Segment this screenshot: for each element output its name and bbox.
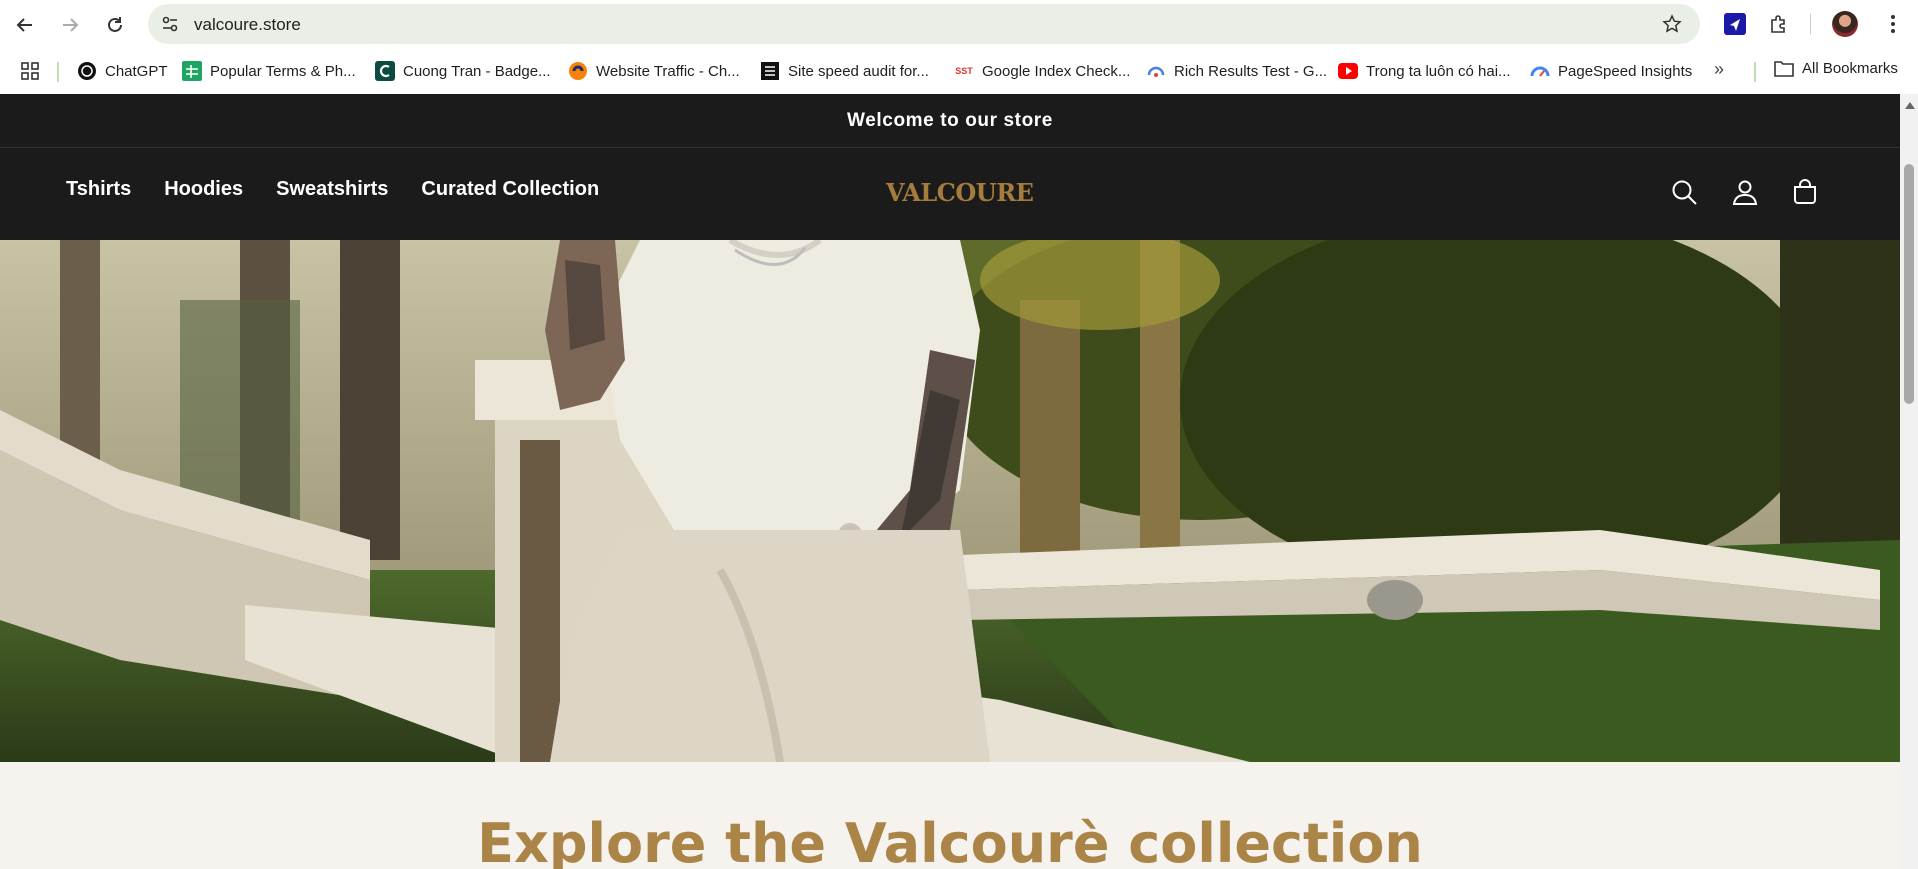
bookmark-label: Trong ta luôn có hai... <box>1366 62 1511 80</box>
menu-item-hoodies[interactable]: Hoodies <box>164 178 243 201</box>
announcement-text: Welcome to our store <box>847 109 1053 131</box>
menu-item-curated-collection[interactable]: Curated Collection <box>421 178 599 201</box>
puzzle-icon <box>1771 15 1785 33</box>
reload-button[interactable] <box>102 12 128 38</box>
bookmark-label: Rich Results Test - G... <box>1174 62 1328 80</box>
browser-menu-button[interactable] <box>1880 11 1906 37</box>
site-header: Tshirts Hoodies Sweatshirts Curated Coll… <box>0 148 1900 240</box>
sheets-icon <box>182 61 202 81</box>
bookmarks-divider <box>1754 62 1756 82</box>
back-button[interactable] <box>12 12 38 38</box>
bookmark-label: Cuong Tran - Badge... <box>403 62 551 80</box>
extension-button[interactable] <box>1722 11 1748 37</box>
bookmarks-bar: ChatGPT Popular Terms & Ph... Cuong Tran… <box>0 48 1918 94</box>
main-menu: Tshirts Hoodies Sweatshirts Curated Coll… <box>66 178 599 201</box>
bookmark-cuong-tran[interactable]: Cuong Tran - Badge... <box>375 59 551 83</box>
apps-grid-icon[interactable] <box>20 61 40 81</box>
scrollbar-thumb[interactable] <box>1904 164 1914 404</box>
cart-button[interactable] <box>1787 174 1823 210</box>
menu-item-sweatshirts[interactable]: Sweatshirts <box>276 178 388 201</box>
document-icon <box>760 61 780 81</box>
bookmark-chatgpt[interactable]: ChatGPT <box>77 59 168 83</box>
account-button[interactable] <box>1727 174 1763 210</box>
page-scrollbar[interactable] <box>1900 94 1918 869</box>
cart-icon <box>1794 179 1816 204</box>
collection-heading: Explore the Valcourè collection <box>477 812 1423 869</box>
all-bookmarks-label: All Bookmarks <box>1802 59 1898 77</box>
kebab-menu-icon <box>1891 15 1895 33</box>
bookmark-label: ChatGPT <box>105 62 168 80</box>
bookmark-star-icon[interactable] <box>1662 14 1682 34</box>
bookmark-label: Google Index Check... <box>982 62 1131 80</box>
bookmark-rich-results-test[interactable]: Rich Results Test - G... <box>1146 59 1327 83</box>
bookmark-website-traffic[interactable]: Website Traffic - Ch... <box>568 59 740 83</box>
more-bookmarks-chevron-icon[interactable]: » <box>1714 59 1724 80</box>
store-logo[interactable]: VALCOURE <box>886 178 1034 207</box>
page-viewport: Welcome to our store Tshirts Hoodies Swe… <box>0 94 1900 869</box>
bookmark-label: Site speed audit for... <box>788 62 929 80</box>
rich-results-icon <box>1146 61 1166 81</box>
bookmark-site-speed-audit[interactable]: Site speed audit for... <box>760 59 929 83</box>
folder-icon <box>1774 61 1794 77</box>
bookmark-pagespeed-insights[interactable]: PageSpeed Insights <box>1530 59 1692 83</box>
sst-icon: SST <box>955 66 973 76</box>
bookmark-youtube-video[interactable]: Trong ta luôn có hai... <box>1338 59 1511 83</box>
arrow-right-icon <box>63 18 79 32</box>
site-info-icon[interactable] <box>160 14 180 34</box>
youtube-icon <box>1338 61 1358 81</box>
profile-avatar[interactable] <box>1832 11 1858 37</box>
similarweb-icon <box>568 61 588 81</box>
arrow-left-icon <box>16 18 32 32</box>
forward-button[interactable] <box>57 12 83 38</box>
search-icon <box>1672 180 1697 205</box>
announcement-bar: Welcome to our store <box>0 94 1900 148</box>
menu-item-tshirts[interactable]: Tshirts <box>66 178 131 201</box>
extensions-menu-button[interactable] <box>1766 11 1792 37</box>
bookmark-label: Popular Terms & Ph... <box>210 62 356 80</box>
user-icon <box>1732 180 1758 205</box>
address-bar[interactable]: valcoure.store <box>148 4 1700 44</box>
extension-logo-icon <box>1724 13 1746 35</box>
bookmark-label: Website Traffic - Ch... <box>596 62 740 80</box>
reload-icon <box>108 17 122 32</box>
collection-section: Explore the Valcourè collection <box>0 762 1900 869</box>
c-logo-icon <box>375 61 395 81</box>
hero-banner <box>0 240 1900 762</box>
url-text[interactable]: valcoure.store <box>194 15 301 35</box>
search-button[interactable] <box>1666 174 1702 210</box>
bookmarks-divider <box>57 62 59 82</box>
bookmark-popular-terms[interactable]: Popular Terms & Ph... <box>182 59 356 83</box>
pagespeed-icon <box>1530 61 1550 81</box>
chatgpt-icon <box>77 61 97 81</box>
hero-image <box>0 240 1900 762</box>
toolbar-divider <box>1810 14 1811 34</box>
bookmark-google-index-check[interactable]: SST Google Index Check... <box>954 59 1130 83</box>
all-bookmarks-button[interactable]: All Bookmarks <box>1774 59 1898 77</box>
browser-toolbar: valcoure.store <box>0 0 1918 48</box>
bookmark-label: PageSpeed Insights <box>1558 62 1693 80</box>
scroll-up-arrow-icon[interactable] <box>1905 102 1915 109</box>
